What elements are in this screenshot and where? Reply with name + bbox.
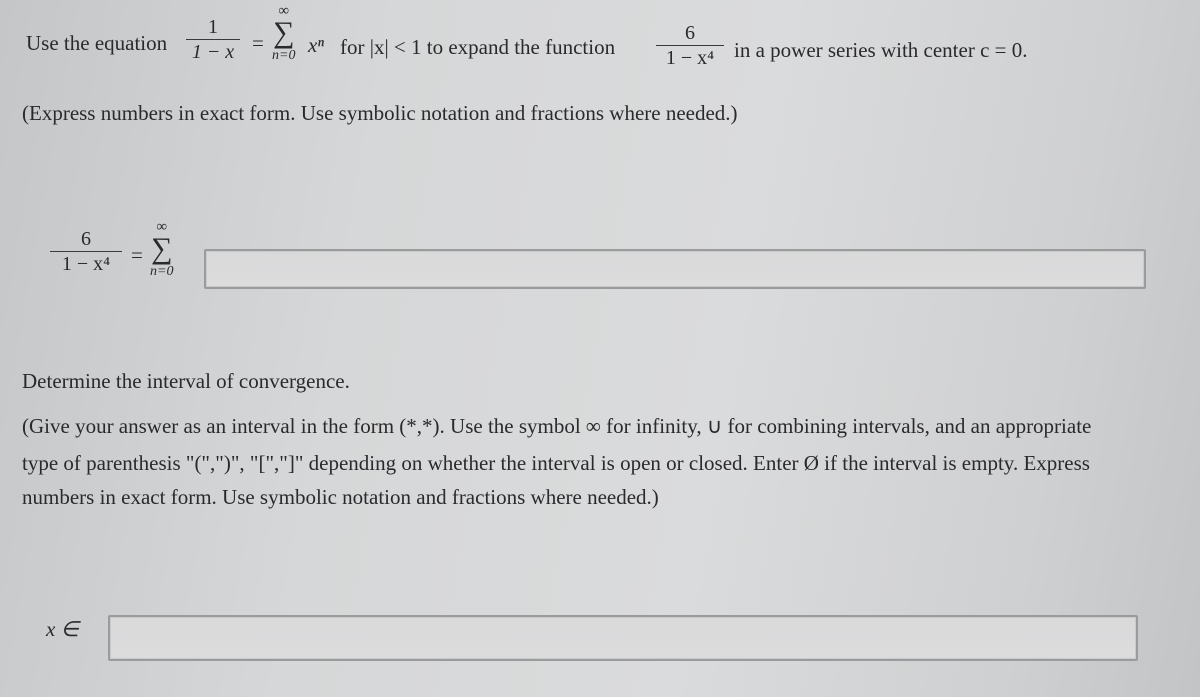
condition-text: for |x| < 1 to expand the function	[340, 35, 616, 59]
fraction-bar	[50, 251, 122, 253]
sigma-icon: ∑	[151, 232, 173, 265]
series-term: xⁿ	[308, 33, 324, 57]
equation-fraction: 1 1 − x	[186, 16, 240, 63]
fraction-numerator: 6	[685, 22, 695, 44]
equals-sign: =	[252, 31, 264, 55]
summation-symbol: ∞ ∑ n=0	[272, 4, 295, 64]
fraction-numerator: 1	[208, 16, 218, 38]
sum-lower-limit: n=0	[150, 264, 174, 279]
interval-title: Determine the interval of convergence.	[22, 369, 350, 393]
interval-answer-input[interactable]	[108, 615, 1138, 661]
summation-symbol: ∞ ∑ n=0	[150, 220, 173, 280]
function-fraction: 6 1 − x⁴	[656, 22, 724, 69]
fraction-denominator: 1 − x⁴	[665, 47, 715, 70]
suffix-text: in a power series with center c = 0.	[734, 38, 1028, 62]
intro-text: Use the equation	[26, 31, 168, 55]
interval-instructions-line-2: type of parenthesis "(",")", "[","]" dep…	[22, 451, 1090, 475]
interval-instructions-line-3: numbers in exact form. Use symbolic nota…	[22, 485, 659, 509]
fraction-numerator: 6	[81, 228, 91, 250]
instruction-text: (Express numbers in exact form. Use symb…	[22, 101, 738, 125]
interval-instructions-line-1: (Give your answer as an interval in the …	[22, 414, 1092, 438]
sigma-icon: ∑	[273, 16, 295, 49]
sum-lower-limit: n=0	[272, 48, 296, 63]
equals-sign: =	[131, 243, 143, 267]
fraction-bar	[186, 39, 240, 41]
series-answer-input[interactable]	[204, 249, 1146, 289]
fraction-denominator: 1 − x	[191, 41, 235, 64]
interval-label: x ∈	[46, 617, 79, 641]
fraction-bar	[656, 45, 724, 47]
series-fraction: 6 1 − x⁴	[50, 228, 122, 275]
fraction-denominator: 1 − x⁴	[61, 253, 111, 276]
